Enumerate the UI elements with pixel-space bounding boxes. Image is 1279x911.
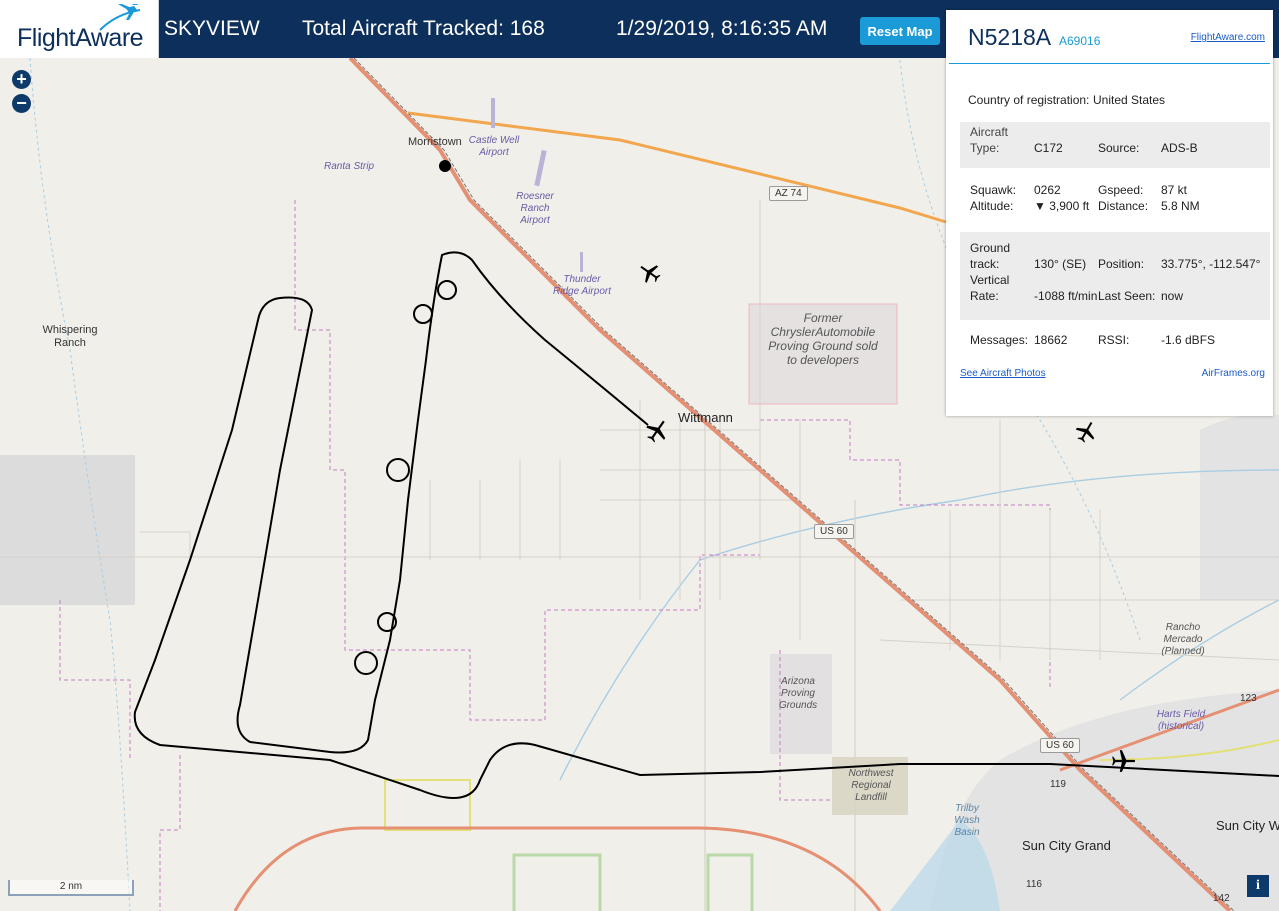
aircraft-icon[interactable] [1110, 748, 1136, 774]
last-seen-value: now [1161, 289, 1184, 303]
vertical-rate-label: Vertical Rate: [970, 273, 1010, 303]
reset-map-button[interactable]: Reset Map [860, 17, 940, 45]
airframes-link[interactable]: AirFrames.org [1202, 368, 1265, 379]
runway [580, 252, 583, 272]
southern-road [233, 826, 882, 911]
track-position-row: Ground track: 130° (SE) Position: 33.775… [960, 232, 1270, 320]
town-label: Morristown [408, 136, 462, 148]
road-shield: US 60 [814, 524, 854, 539]
country-value: United States [1093, 93, 1166, 107]
aircraft-tracked-count: Total Aircraft Tracked: 168 [302, 17, 545, 40]
flightaware-link[interactable]: FlightAware.com [1191, 32, 1265, 43]
place-label: Whispering Ranch [42, 324, 98, 349]
altitude-label: Altitude: [970, 199, 1014, 213]
flightaware-logo[interactable]: FlightAware [0, 0, 159, 58]
last-seen-label: Last Seen: [1098, 289, 1156, 303]
aircraft-photos-link[interactable]: See Aircraft Photos [960, 368, 1046, 379]
track-loop [413, 304, 433, 324]
ground-track-label: Ground track: [970, 241, 1011, 271]
messages-value: 18662 [1034, 333, 1068, 347]
squawk-value: 0262 [1034, 183, 1061, 197]
road-shield: AZ 74 [769, 186, 808, 201]
residential-area [384, 779, 471, 831]
town-label: Sun City Grand [1022, 838, 1111, 853]
gspeed-value: 87 kt [1161, 183, 1188, 197]
rssi-label: RSSI: [1098, 333, 1130, 347]
ground-track-value: 130° (SE) [1034, 257, 1087, 271]
zoom-in-button[interactable]: + [12, 70, 31, 89]
airport-label: Thunder Ridge Airport [553, 274, 611, 297]
aircraft-type-label: Aircraft Type: [970, 125, 1009, 155]
area-label: Arizona Proving Grounds [778, 676, 818, 711]
logo-wordmark: FlightAware [17, 24, 144, 52]
area-label: Former ChryslerAutomobile Proving Ground… [768, 311, 878, 367]
aircraft-type-value: C172 [1034, 141, 1063, 155]
area-label: Trilby Wash Basin [954, 803, 980, 838]
squawk-altitude-row: Squawk: 0262 Gspeed: 87 kt Altitude: ▼ 3… [960, 180, 1270, 220]
panel-divider [949, 63, 1270, 64]
receiver-location-dot [439, 160, 451, 172]
field-outline [512, 853, 754, 911]
runway [491, 98, 495, 128]
road-number: 119 [1050, 779, 1066, 790]
gspeed-label: Gspeed: [1098, 183, 1144, 197]
urban-area-east [1200, 414, 1279, 600]
road-shield: US 60 [1040, 738, 1080, 753]
distance-label: Distance: [1098, 199, 1149, 213]
squawk-label: Squawk: [970, 183, 1017, 197]
boundary-line [59, 600, 830, 911]
track-loop [386, 458, 410, 482]
airport-label: Harts Field (historical) [1156, 709, 1206, 732]
town-label: Wittmann [678, 410, 733, 425]
messages-label: Messages: [970, 333, 1029, 347]
boundary-line [760, 419, 1051, 690]
urban-area-west [0, 455, 135, 605]
app-name: SKYVIEW [164, 17, 260, 40]
road-number: 142 [1213, 893, 1230, 904]
source-label: Source: [1098, 141, 1140, 155]
aircraft-icon[interactable] [1074, 420, 1098, 444]
altitude-value: ▼ 3,900 ft [1034, 199, 1090, 213]
area-label: Northwest Regional Landfill [848, 768, 894, 803]
rssi-value: -1.6 dBFS [1161, 333, 1216, 347]
track-loop [437, 280, 457, 300]
road-number: 123 [1240, 693, 1257, 704]
aircraft-detail-panel: N5218A A69016 FlightAware.com Country of… [946, 10, 1273, 416]
current-datetime: 1/29/2019, 8:16:35 AM [616, 17, 828, 40]
selected-aircraft-icon[interactable] [644, 418, 670, 444]
airport-label: Castle Well Airport [468, 135, 520, 158]
boundary-line [294, 200, 761, 721]
road-number: 116 [1026, 879, 1042, 890]
zoom-out-button[interactable]: − [12, 94, 31, 113]
area-label: Rancho Mercado (Planned) [1161, 622, 1205, 657]
source-value: ADS-B [1161, 141, 1198, 155]
aircraft-hex-code: A69016 [1059, 34, 1101, 48]
country-row: Country of registration: United States [960, 92, 1270, 112]
airport-label: Ranta Strip [324, 161, 375, 172]
airport-label: Roesner Ranch Airport [516, 191, 554, 226]
runway [534, 149, 547, 187]
country-label: Country of registration: [968, 93, 1090, 107]
messages-row: Messages: 18662 RSSI: -1.6 dBFS [960, 332, 1270, 352]
vertical-rate-value: -1088 ft/min [1034, 289, 1098, 303]
aircraft-registration: N5218A [968, 24, 1052, 50]
map-info-button[interactable]: i [1247, 875, 1269, 897]
town-label: Sun City W [1216, 818, 1279, 833]
aircraft-icon[interactable] [638, 261, 662, 285]
position-value: 33.775°, -112.547° [1161, 257, 1261, 271]
aircraft-type-row: Aircraft Type: C172 Source: ADS-B [960, 122, 1270, 168]
track-loop [354, 651, 378, 675]
scale-bar: 2 nm [8, 880, 134, 896]
distance-value: 5.8 NM [1161, 199, 1200, 213]
az74-road [407, 111, 947, 224]
position-label: Position: [1098, 257, 1145, 271]
